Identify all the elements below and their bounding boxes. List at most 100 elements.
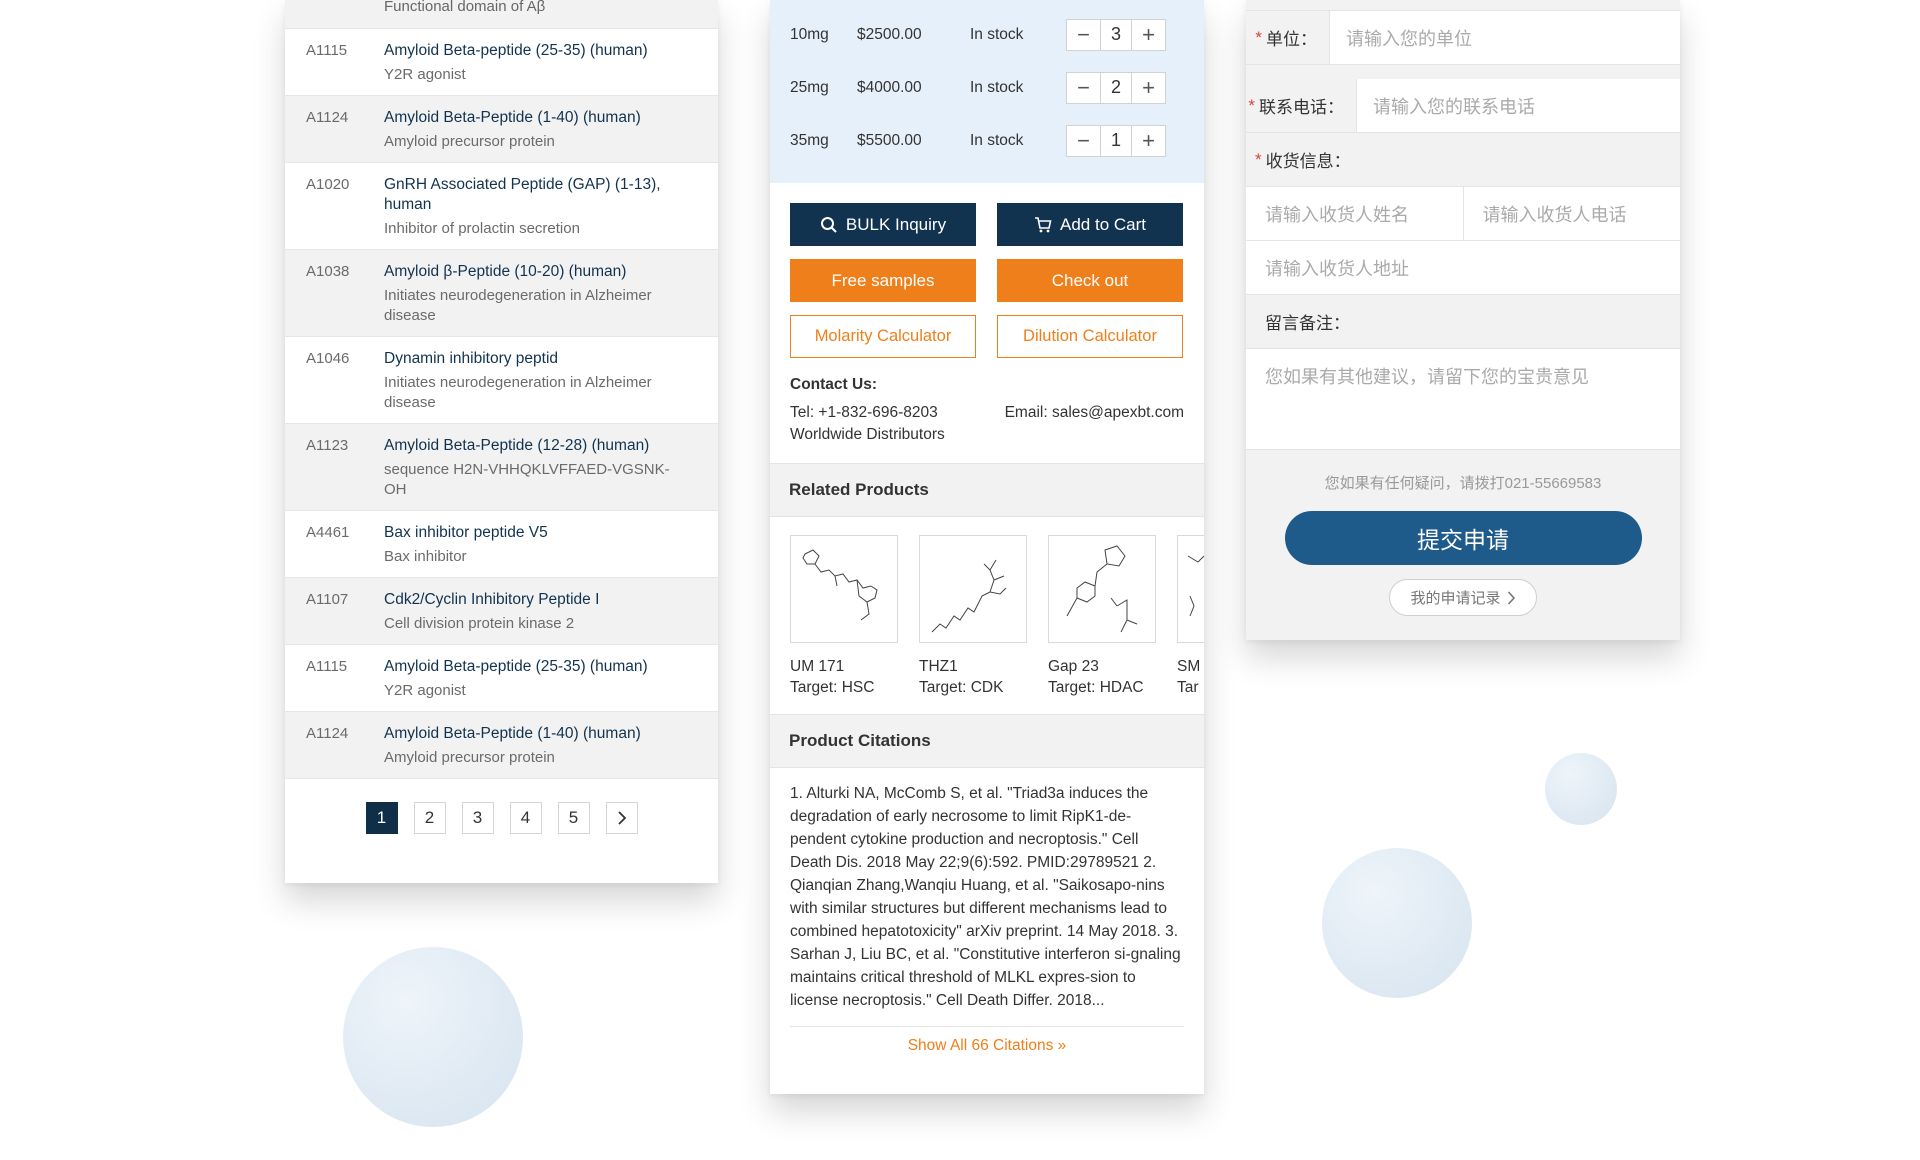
decor-bubble	[1322, 848, 1472, 998]
item-body: Cdk2/Cyclin Inhibitory Peptide I Cell div…	[384, 590, 678, 634]
shipping-info-text: 收货信息：	[1265, 152, 1351, 171]
related-product-card[interactable]: SM Tar	[1177, 535, 1204, 698]
checkout-button[interactable]: Check out	[997, 259, 1183, 302]
item-title-link[interactable]: Amyloid β-Peptide (10-20) (human)	[384, 262, 678, 282]
plus-icon[interactable]: +	[1132, 20, 1165, 50]
item-body: Amyloid Beta-Peptide (1-40) (human) Amylo…	[384, 108, 678, 152]
quantity-value[interactable]: 2	[1100, 72, 1132, 103]
price-label: $2500.00	[857, 25, 922, 43]
dilution-calculator-button[interactable]: Dilution Calculator	[997, 315, 1183, 358]
item-description: Initiates neurodegeneration in Alzheimer…	[384, 287, 652, 324]
quantity-value[interactable]: 1	[1100, 125, 1132, 156]
item-body: Dynamin inhibitory peptid Initiates neuro…	[384, 349, 678, 413]
list-item[interactable]: A1124 Amyloid Beta-Peptide (1-40) (human)…	[285, 96, 718, 163]
list-item[interactable]: A1115 Amyloid Beta-peptide (25-35) (human…	[285, 645, 718, 712]
minus-icon[interactable]: −	[1067, 20, 1100, 50]
item-title-link[interactable]: Cdk2/Cyclin Inhibitory Peptide I	[384, 590, 678, 610]
my-records-button[interactable]: 我的申请记录	[1389, 579, 1537, 616]
decor-bubble	[1545, 753, 1617, 825]
related-product-card[interactable]: UM 171 Target: HSC	[790, 535, 898, 698]
minus-icon[interactable]: −	[1067, 126, 1100, 156]
item-title-link[interactable]: GnRH Associated Peptide (GAP) (1-13), hu…	[384, 175, 678, 215]
show-all-citations-link[interactable]: Show All 66 Citations »	[790, 1026, 1184, 1055]
phone-label: * 联系电话：	[1246, 79, 1356, 132]
worldwide-distributors-link[interactable]: Worldwide Distributors	[790, 424, 1184, 446]
item-description: sequence H2N-VHHQKLVFFAED-VGSNK-OH	[384, 461, 670, 498]
receiver-row: 请输入收货人姓名 请输入收货人电话	[1246, 187, 1680, 241]
page-button-4[interactable]: 4	[509, 802, 542, 834]
list-item[interactable]: A4461 Bax inhibitor peptide V5 Bax inhibit…	[285, 511, 718, 578]
list-item[interactable]: A1020 GnRH Associated Peptide (GAP) (1-13…	[285, 163, 718, 250]
item-description: Y2R agonist	[384, 66, 466, 83]
plus-icon[interactable]: +	[1132, 73, 1165, 103]
item-title-link[interactable]: Bax inhibitor peptide V5	[384, 523, 678, 543]
list-item[interactable]: A1038 Amyloid β-Peptide (10-20) (human) In…	[285, 250, 718, 337]
phone-label-text: 联系电话：	[1259, 98, 1344, 117]
unit-row: * 单位： 请输入您的单位	[1246, 11, 1680, 65]
free-samples-button[interactable]: Free samples	[790, 259, 976, 302]
item-body: Amyloid β-Peptide (10-20) (human) Initiat…	[384, 262, 678, 326]
shipping-info-label: * 收货信息：	[1246, 133, 1680, 187]
submit-application-button[interactable]: 提交申请	[1284, 511, 1642, 565]
product-list: A1115 Amyloid Beta-peptide (25-35) (human…	[285, 29, 718, 779]
list-item[interactable]: A1107 Cdk2/Cyclin Inhibitory Peptide I Cel…	[285, 578, 718, 645]
item-title-link[interactable]: Dynamin inhibitory peptid	[384, 349, 678, 369]
quantity-stepper: − 1 +	[1066, 124, 1166, 157]
item-title-link[interactable]: Amyloid Beta-Peptide (1-40) (human)	[384, 724, 678, 744]
page-button-2[interactable]: 2	[413, 802, 446, 834]
item-code: A4461	[306, 524, 350, 541]
citations-list: 1. Alturki NA, McComb S, et al. "Triad3a…	[790, 785, 1181, 1009]
item-description: Y2R agonist	[384, 682, 466, 699]
price-label: $4000.00	[857, 78, 922, 96]
stock-status: In stock	[970, 25, 1024, 43]
item-title-link[interactable]: Amyloid Beta-peptide (25-35) (human)	[384, 657, 678, 677]
help-hint: 您如果有任何疑问，请拨打021-55669583	[1324, 475, 1602, 492]
contact-info: Contact Us: Tel: +1-832-696-8203 Email: …	[770, 358, 1204, 446]
page-button-3[interactable]: 3	[461, 802, 494, 834]
item-code: A1020	[306, 176, 350, 193]
receiver-phone-input[interactable]: 请输入收货人电话	[1462, 187, 1681, 240]
molarity-calculator-button[interactable]: Molarity Calculator	[790, 315, 976, 358]
contact-tel: Tel: +1-832-696-8203	[790, 404, 938, 421]
contact-email[interactable]: Email: sales@apexbt.com	[1005, 402, 1184, 424]
unit-input[interactable]: 请输入您的单位	[1329, 11, 1680, 64]
item-title-link[interactable]: Amyloid Beta-Peptide (1-40) (human)	[384, 108, 678, 128]
item-body: Bax inhibitor peptide V5 Bax inhibitor	[384, 523, 678, 567]
list-item[interactable]: A1115 Amyloid Beta-peptide (25-35) (human…	[285, 29, 718, 96]
chevron-right-icon	[1507, 590, 1515, 605]
related-product-target: Target: CDK	[919, 679, 1004, 696]
receiver-address-input[interactable]: 请输入收货人地址	[1246, 241, 1680, 295]
item-title-link[interactable]: Amyloid Beta-peptide (25-35) (human)	[384, 41, 678, 61]
quantity-value[interactable]: 3	[1100, 19, 1132, 50]
related-product-name: SM	[1177, 658, 1201, 675]
item-code: A1115	[306, 658, 348, 675]
add-to-cart-button[interactable]: Add to Cart	[997, 203, 1183, 246]
page-button-5[interactable]: 5	[557, 802, 590, 834]
stock-status: In stock	[970, 131, 1024, 149]
stock-status: In stock	[970, 78, 1024, 96]
related-product-card[interactable]: Gap 23 Target: HDAC	[1048, 535, 1156, 698]
list-item[interactable]: A1046 Dynamin inhibitory peptid Initiates …	[285, 337, 718, 424]
application-form-panel: * 单位： 请输入您的单位 * 联系电话： 请输入您的联系电话 * 收货信息： 请输入…	[1246, 0, 1680, 640]
form-top-edge	[1246, 0, 1680, 11]
item-description: Bax inhibitor	[384, 548, 467, 565]
item-code: A1115	[306, 42, 348, 59]
list-item[interactable]: A1124 Amyloid Beta-Peptide (1-40) (human)…	[285, 712, 718, 779]
size-row: 10mg $2500.00 In stock − 3 +	[790, 8, 1184, 61]
page-button-1[interactable]: 1	[365, 802, 398, 834]
plus-icon[interactable]: +	[1132, 126, 1165, 156]
phone-input[interactable]: 请输入您的联系电话	[1356, 79, 1680, 132]
remark-label: 留言备注：	[1246, 295, 1680, 349]
remark-textarea[interactable]: 您如果有其他建议，请留下您的宝贵意见	[1246, 349, 1680, 450]
receiver-name-input[interactable]: 请输入收货人姓名	[1246, 187, 1463, 240]
bulk-inquiry-button[interactable]: BULK Inquiry	[790, 203, 976, 246]
size-label: 10mg	[790, 25, 829, 43]
price-label: $5500.00	[857, 131, 922, 149]
phone-row: * 联系电话： 请输入您的联系电话	[1246, 79, 1680, 133]
next-page-button[interactable]	[605, 802, 638, 834]
related-product-card[interactable]: THZ1 Target: CDK	[919, 535, 1027, 698]
item-title-link[interactable]: Amyloid Beta-Peptide (12-28) (human)	[384, 436, 678, 456]
minus-icon[interactable]: −	[1067, 73, 1100, 103]
bulk-inquiry-label: BULK Inquiry	[845, 214, 947, 234]
list-item[interactable]: A1123 Amyloid Beta-Peptide (12-28) (human…	[285, 424, 718, 511]
